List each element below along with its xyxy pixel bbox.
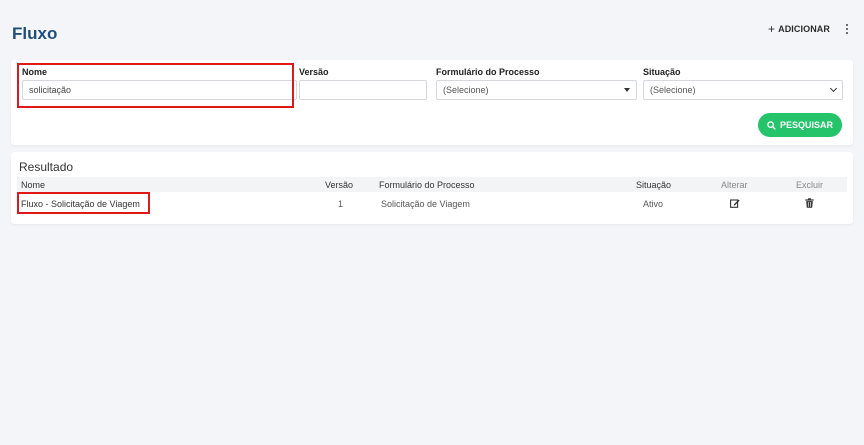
edit-icon[interactable] — [730, 198, 740, 210]
row-situacao: Ativo — [643, 199, 664, 209]
situacao-select[interactable]: (Selecione) — [643, 80, 843, 100]
row-formulario: Solicitação de Viagem — [381, 199, 470, 209]
versao-field-group: Versão — [299, 67, 427, 100]
situacao-label: Situação — [643, 67, 681, 77]
result-title: Resultado — [19, 160, 74, 174]
result-panel: Resultado Nome Versão Formulário do Proc… — [11, 152, 853, 224]
table-header: Nome Versão Formulário do Processo Situa… — [17, 177, 847, 192]
plus-icon: + — [767, 22, 776, 36]
filter-panel: Nome Versão Formulário do Processo (Sele… — [11, 60, 853, 145]
situacao-field-group: Situação (Selecione) — [643, 67, 843, 100]
add-button-label: ADICIONAR — [778, 24, 830, 34]
kebab-menu-icon[interactable] — [844, 22, 850, 36]
situacao-select-value: (Selecione) — [650, 85, 696, 95]
col-header-formulario: Formulário do Processo — [379, 179, 475, 190]
row-versao: 1 — [338, 199, 344, 209]
formulario-select[interactable]: (Selecione) — [436, 80, 637, 100]
col-header-nome: Nome — [21, 179, 46, 190]
search-button[interactable]: PESQUISAR — [757, 113, 842, 137]
search-icon — [767, 120, 776, 130]
trash-icon[interactable] — [805, 198, 814, 210]
chevron-down-icon — [829, 84, 838, 93]
formulario-label: Formulário do Processo — [436, 67, 540, 77]
row-highlight-box — [17, 192, 150, 214]
col-header-alterar: Alterar — [721, 179, 748, 190]
col-header-excluir: Excluir — [796, 179, 824, 190]
search-button-label: PESQUISAR — [779, 120, 833, 130]
top-actions: + ADICIONAR — [768, 22, 850, 36]
versao-label: Versão — [299, 67, 329, 77]
formulario-field-group: Formulário do Processo (Selecione) — [436, 67, 637, 100]
formulario-select-value: (Selecione) — [443, 85, 489, 95]
col-header-situacao: Situação — [636, 179, 672, 190]
page-title: Fluxo — [12, 24, 58, 43]
col-header-versao: Versão — [325, 179, 354, 190]
versao-input[interactable] — [299, 80, 427, 100]
caret-down-icon — [624, 88, 630, 92]
nome-highlight-box — [17, 63, 294, 108]
add-button[interactable]: + ADICIONAR — [767, 22, 830, 36]
